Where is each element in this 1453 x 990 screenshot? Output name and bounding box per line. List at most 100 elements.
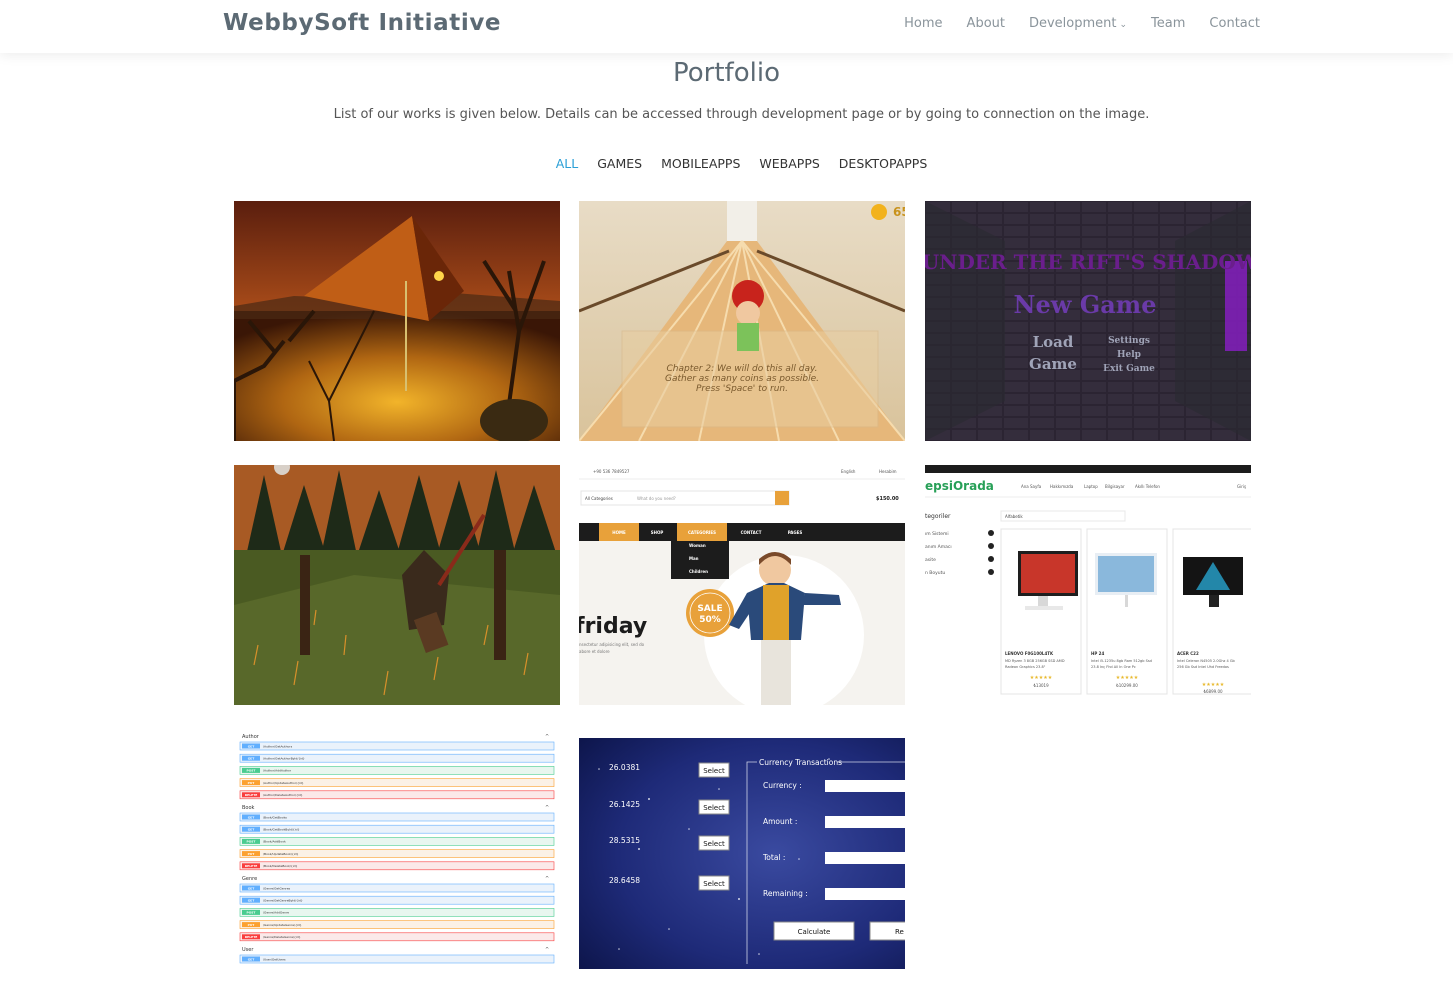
total-label: Total : bbox=[762, 853, 785, 862]
hepsiorada-cat-1: ım Sistemi bbox=[925, 531, 949, 537]
shop-sale-percent: 50% bbox=[699, 615, 721, 625]
portfolio-item-forest-game[interactable] bbox=[234, 465, 560, 705]
hepsiorada-product-3-name: ACER C22 bbox=[1177, 651, 1199, 656]
hepsiorada-categories-heading: tegoriler bbox=[925, 513, 951, 520]
nav-development-label: Development bbox=[1028, 16, 1117, 31]
site-logo[interactable]: WebbySoft Initiative bbox=[223, 10, 501, 36]
runner-press-text: Press 'Space' to run. bbox=[696, 384, 788, 394]
star-rating-icon: ★★★★★ bbox=[1202, 682, 1225, 688]
nav-team[interactable]: Team bbox=[1151, 16, 1185, 31]
shop-dropdown-children: Children bbox=[689, 569, 708, 574]
api-method-label: GET bbox=[248, 757, 256, 761]
portfolio-item-shop-webapp[interactable]: +90 536 7849527 English Hesabim All Cate… bbox=[579, 465, 905, 705]
api-endpoint-path: /User/GetUsers bbox=[263, 957, 286, 961]
shop-menu-home: HOME bbox=[612, 530, 626, 535]
hepsiorada-login: Giriş bbox=[1237, 484, 1246, 489]
api-endpoint-row bbox=[239, 812, 555, 822]
currency-label: Currency : bbox=[763, 781, 802, 790]
shop-hero-sub1: nsectetur adipisicing elit, sed do bbox=[579, 642, 645, 647]
chevron-up-icon: ^ bbox=[545, 876, 549, 882]
api-method-label: GET bbox=[248, 815, 256, 819]
api-endpoint-path: /Genre/AddGenre bbox=[263, 911, 289, 915]
rift-help: Help bbox=[1117, 350, 1141, 360]
api-endpoint-path: /Book/GetBookById/{id} bbox=[263, 828, 300, 832]
api-method-label: PUT bbox=[248, 781, 256, 785]
filter-mobileapps[interactable]: MOBILEAPPS bbox=[661, 156, 740, 171]
pyramid-game-screenshot bbox=[234, 201, 560, 441]
filter-games[interactable]: GAMES bbox=[597, 156, 642, 171]
hepsiorada-nav-computer: Bilgisayar bbox=[1105, 484, 1125, 489]
hepsiorada-product-1-desc1: MD Ryzen 3 8GB 256GB SSD AMD bbox=[1005, 659, 1065, 663]
main-nav: Home About Development ⌄ Team Contact bbox=[904, 16, 1260, 31]
currency-select-button-1: Select bbox=[703, 767, 725, 775]
api-endpoint-path: /Book/GetBooks bbox=[263, 815, 287, 819]
hepsiorada-brand: epsiOrada bbox=[925, 479, 994, 493]
shop-hero-sub2: abore et dolore bbox=[579, 649, 610, 654]
rift-game-label: Game bbox=[1029, 355, 1077, 373]
shop-cart-price: $150.00 bbox=[876, 496, 899, 502]
hepsiorada-product-2-name: HP 24 bbox=[1091, 651, 1104, 656]
portfolio-item-swagger-api[interactable]: Author ^ GET/Author/GetAuthors GET/Author/G… bbox=[234, 729, 560, 969]
api-endpoint-row bbox=[239, 954, 555, 964]
filter-desktopapps[interactable]: DESKTOPAPPS bbox=[839, 156, 927, 171]
nav-home[interactable]: Home bbox=[904, 16, 942, 31]
api-method-label: GET bbox=[248, 957, 256, 961]
runner-chapter-text: Chapter 2: We will do this all day. bbox=[667, 364, 818, 374]
star-rating-icon: ★★★★★ bbox=[1030, 675, 1053, 681]
shop-dropdown-man: Man bbox=[689, 556, 699, 561]
currency-panel-title: Currency Transactions bbox=[759, 758, 842, 767]
portfolio-filters: ALL GAMES MOBILEAPPS WEBAPPS DESKTOPAPPS bbox=[0, 156, 1453, 171]
hepsiorada-product-3-desc2: 256 Gb Ssd Intel Uhd Freedos bbox=[1177, 665, 1229, 669]
api-endpoint-path: /Author/GetAuthors bbox=[263, 744, 293, 748]
chevron-up-icon: ^ bbox=[545, 734, 549, 740]
portfolio-item-pyramid-game[interactable] bbox=[234, 201, 560, 441]
portfolio-item-hepsiorada[interactable]: epsiOrada Ana Sayfa Hakkımızda Laptop Bi… bbox=[925, 465, 1251, 705]
currency-select-button-4: Select bbox=[703, 880, 725, 888]
rift-exit: Exit Game bbox=[1103, 364, 1155, 374]
hepsiorada-nav-laptop: Laptop bbox=[1084, 484, 1098, 489]
api-endpoint-path: /Genre/UpdateGenre/{id} bbox=[263, 923, 302, 927]
api-group-heading: User bbox=[242, 947, 254, 953]
hepsiorada-sort-select: Alfabetik bbox=[1005, 514, 1023, 519]
shop-categories-select: All Categories bbox=[585, 496, 613, 501]
shop-menu-pages: PAGES bbox=[788, 530, 803, 535]
api-endpoint-path: /Author/UpdateAuthor/{id} bbox=[263, 781, 304, 785]
api-endpoint-path: /Genre/GetGenreById/{id} bbox=[263, 899, 303, 903]
api-endpoint-path: /Book/DeleteBook/{id} bbox=[263, 864, 297, 868]
hepsiorada-product-1-desc2: Radeon Graphics 23.8" bbox=[1005, 665, 1046, 669]
filter-all[interactable]: ALL bbox=[556, 156, 578, 171]
api-method-label: DELETE bbox=[245, 935, 258, 939]
api-group-heading: Genre bbox=[242, 876, 257, 882]
hepsiorada-product-2-desc1: Intel i5-1235u 8gb Ram 512gb Ssd bbox=[1091, 659, 1152, 663]
chevron-up-icon: ^ bbox=[545, 947, 549, 953]
api-method-label: DELETE bbox=[245, 864, 258, 868]
rift-load: Load bbox=[1033, 333, 1074, 351]
runner-gather-text: Gather as many coins as possible. bbox=[665, 374, 819, 384]
api-method-label: GET bbox=[248, 886, 256, 890]
coin-counter: 65 bbox=[893, 205, 905, 219]
currency-rate-1: 26.0381 bbox=[609, 763, 640, 772]
shop-lang: English bbox=[841, 469, 856, 474]
nav-contact[interactable]: Contact bbox=[1209, 16, 1260, 31]
swagger-api-screenshot: Author ^ GET/Author/GetAuthors GET/Author/G… bbox=[239, 734, 555, 964]
api-method-label: GET bbox=[248, 744, 256, 748]
currency-app-screenshot: 26.0381 26.1425 28.5315 28.6458 Select S… bbox=[579, 729, 905, 969]
chevron-up-icon: ^ bbox=[545, 805, 549, 811]
currency-rate-4: 28.6458 bbox=[609, 876, 640, 885]
portfolio-description: List of our works is given below. Detail… bbox=[333, 107, 1150, 122]
rift-game-screenshot: UNDER THE RIFT'S SHADOW New Game Load Ga… bbox=[925, 201, 1251, 441]
star-rating-icon: ★★★★★ bbox=[1116, 675, 1139, 681]
hepsiorada-product-1-name: LENOVO F0G100L4TK bbox=[1005, 651, 1054, 656]
nav-development[interactable]: Development ⌄ bbox=[1029, 16, 1127, 31]
portfolio-item-currency-app[interactable]: 26.0381 26.1425 28.5315 28.6458 Select S… bbox=[579, 729, 905, 969]
api-group-heading: Author bbox=[242, 734, 260, 740]
api-method-label: POST bbox=[247, 769, 257, 773]
shop-menu-categories: CATEGORIES bbox=[688, 530, 716, 535]
portfolio-item-runner-game[interactable]: 65 Chapter 2: We will do this all day. G… bbox=[579, 201, 905, 441]
portfolio-item-rift-game[interactable]: UNDER THE RIFT'S SHADOW New Game Load Ga… bbox=[925, 201, 1251, 441]
filter-webapps[interactable]: WEBAPPS bbox=[759, 156, 819, 171]
hepsiorada-cat-3: asite bbox=[925, 557, 936, 563]
nav-about[interactable]: About bbox=[967, 16, 1005, 31]
hepsiorada-cat-4: n Boyutu bbox=[925, 570, 945, 576]
hepsiorada-product-3-price: ₺6899.00 bbox=[1203, 689, 1223, 694]
